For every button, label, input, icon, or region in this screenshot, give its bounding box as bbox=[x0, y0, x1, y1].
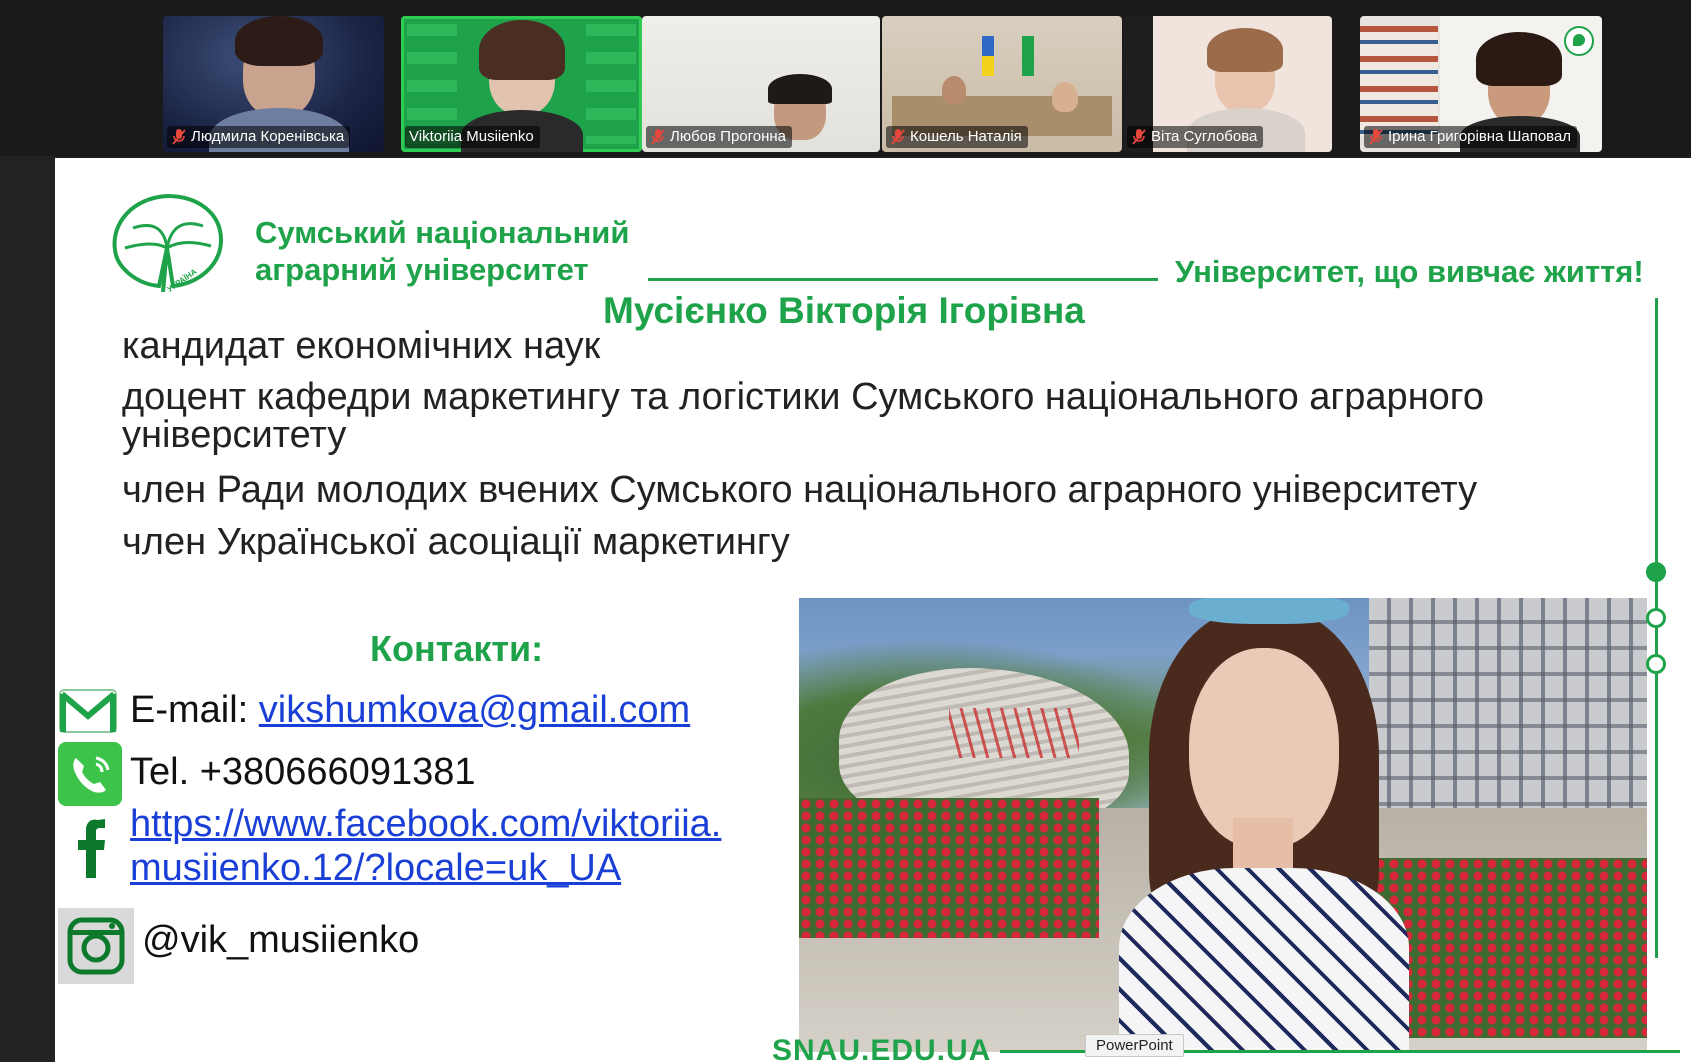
participant-tile[interactable]: Ірина Григорівна Шаповал bbox=[1360, 16, 1602, 152]
instagram-row: @vik_musiienko bbox=[58, 908, 419, 984]
slogan-divider bbox=[648, 278, 1158, 281]
role-line: член Ради молодих вчених Сумського націо… bbox=[122, 469, 1478, 511]
participant-label: Любов Прогонна bbox=[646, 126, 793, 148]
left-gutter bbox=[0, 156, 55, 1062]
mic-muted-icon bbox=[171, 128, 187, 146]
participant-label: Ірина Григорівна Шаповал bbox=[1364, 126, 1578, 148]
powerpoint-tooltip: PowerPoint bbox=[1085, 1034, 1184, 1057]
contacts-title: Контакти: bbox=[370, 628, 544, 669]
university-name: Сумський національний аграрний університ… bbox=[255, 215, 630, 287]
decorative-dot bbox=[1646, 562, 1666, 582]
slogan: Університет, що вивчає життя! bbox=[1175, 254, 1644, 289]
decorative-dot bbox=[1646, 654, 1666, 674]
participant-tile[interactable]: Віта Суглобова bbox=[1123, 16, 1332, 152]
phone-row: Tel. +380666091381 bbox=[58, 742, 476, 806]
participant-label: Viktoriia Musiienko bbox=[405, 126, 540, 148]
facebook-row: https://www.facebook.com/viktoriia. musi… bbox=[58, 802, 721, 892]
role-line: член Української асоціації маркетингу bbox=[122, 521, 790, 563]
footer-website: SNAU.EDU.UA bbox=[772, 1034, 992, 1062]
participant-strip: Людмила Коренівська Viktoriia Musiienko … bbox=[0, 0, 1691, 156]
instagram-handle: @vik_musiienko bbox=[142, 919, 420, 961]
university-logo-icon bbox=[1564, 26, 1594, 56]
participant-tile[interactable]: Кошель Наталія bbox=[882, 16, 1122, 152]
mic-muted-icon bbox=[890, 128, 906, 146]
email-label: E-mail: bbox=[130, 689, 259, 731]
role-line: кандидат економічних наук bbox=[122, 325, 601, 367]
university-logo: УКРАЇНА bbox=[103, 188, 231, 298]
mic-muted-icon bbox=[650, 128, 666, 146]
email-link[interactable]: vikshumkova@gmail.com bbox=[259, 689, 690, 731]
participant-label: Віта Суглобова bbox=[1127, 126, 1264, 148]
facebook-link-line[interactable]: musiienko.12/?locale=uk_UA bbox=[130, 847, 621, 889]
email-icon bbox=[58, 682, 122, 746]
participant-tile[interactable]: Любов Прогонна bbox=[642, 16, 880, 152]
phone-number: Tel. +380666091381 bbox=[130, 751, 476, 793]
instagram-icon bbox=[58, 908, 134, 984]
decorative-line bbox=[1655, 298, 1658, 958]
shared-slide: УКРАЇНА Сумський національний аграрний у… bbox=[55, 158, 1691, 1062]
facebook-icon bbox=[58, 802, 122, 892]
decorative-dot bbox=[1646, 608, 1666, 628]
email-row: E-mail: vikshumkova@gmail.com bbox=[58, 682, 690, 746]
participant-tile[interactable]: Людмила Коренівська bbox=[163, 16, 384, 152]
speaker-photo bbox=[799, 598, 1647, 1052]
ginkgo-leaf-icon bbox=[112, 193, 224, 293]
mic-muted-icon bbox=[1368, 128, 1384, 146]
mic-muted-icon bbox=[1131, 128, 1147, 146]
facebook-link[interactable]: https://www.facebook.com/viktoriia. musi… bbox=[130, 802, 721, 890]
phone-icon bbox=[58, 742, 122, 806]
role-line: доцент кафедри маркетингу та логістики С… bbox=[122, 376, 1484, 456]
participant-label: Людмила Коренівська bbox=[167, 126, 351, 148]
participant-label: Кошель Наталія bbox=[886, 126, 1028, 148]
facebook-link-line[interactable]: https://www.facebook.com/viktoriia. bbox=[130, 803, 721, 845]
participant-tile-active[interactable]: Viktoriia Musiienko bbox=[401, 16, 642, 152]
